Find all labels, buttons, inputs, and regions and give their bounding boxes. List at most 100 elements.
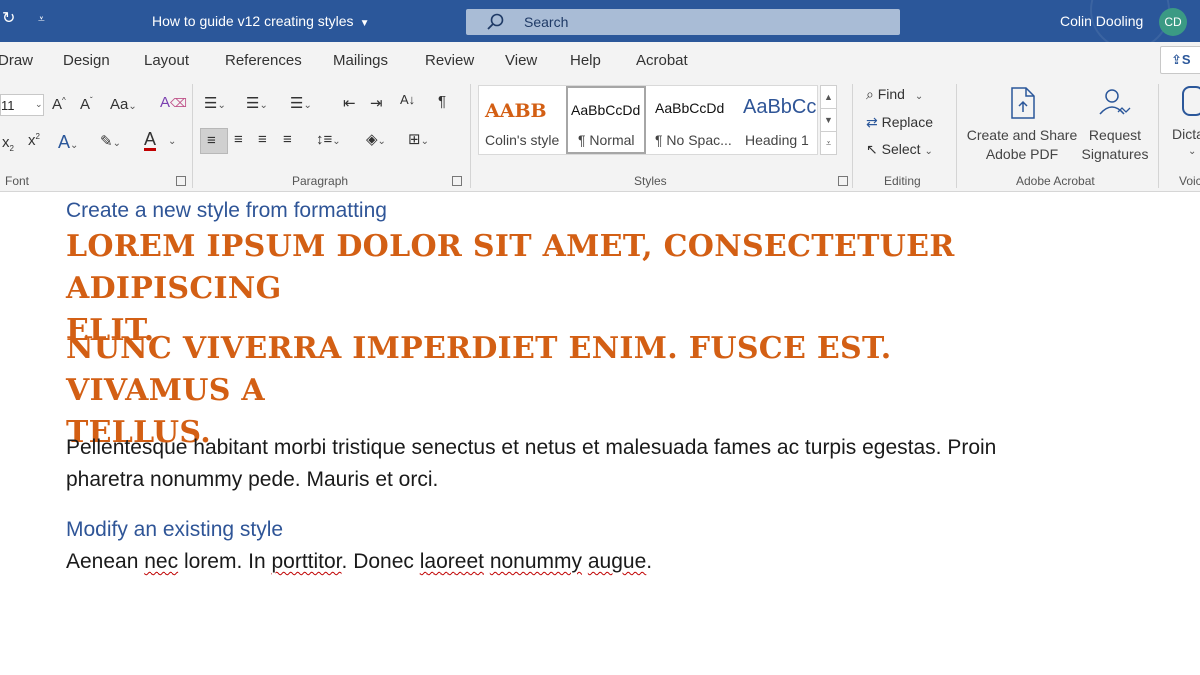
divider [956,84,957,188]
bullets-icon[interactable]: ☰⌄ [204,94,226,112]
redo-icon[interactable]: ↻ [2,8,15,28]
request-signatures-button[interactable]: Request Signatures [1080,84,1150,170]
document-title[interactable]: How to guide v12 creating styles ▼ [152,13,369,29]
styles-group-label: Styles [634,174,667,188]
find-label: Find [877,86,905,102]
style-colins[interactable]: AABB Colin's style [479,86,565,154]
style-name: ¶ Normal [578,132,635,148]
justify-icon[interactable]: ≡ [283,131,292,148]
replace-label: Replace [881,114,933,130]
scroll-up-icon[interactable]: ▲ [821,86,836,109]
subscript-icon[interactable]: x2 [2,134,14,153]
search-icon [487,13,504,30]
chevron-down-icon: ⌄ [1188,146,1197,157]
numbering-icon[interactable]: ☰⌄ [246,94,268,112]
align-right-icon[interactable]: ≡ [258,131,267,148]
spellcheck-word: laoreet [419,550,484,573]
tab-design[interactable]: Design [63,52,110,69]
line-spacing-icon[interactable]: ↕≡⌄ [316,131,341,148]
font-size-select[interactable]: 11 ⌄ [0,94,44,116]
highlight-icon[interactable]: ✎⌄ [100,132,121,150]
paragraph-group-label: Paragraph [292,174,349,188]
chevron-down-icon[interactable]: ⌄ [168,136,176,147]
text-effects-icon[interactable]: A⌄ [58,132,78,153]
chevron-down-icon: ⌄ [924,146,933,157]
show-formatting-icon[interactable]: ¶ [438,93,446,110]
create-share-line1: Create and Share [966,127,1078,143]
sort-icon[interactable]: A↓ [400,92,415,107]
dialog-launcher-icon[interactable] [452,176,462,186]
change-case-icon[interactable]: Aa⌄ [110,96,137,113]
align-left-button[interactable]: ≡ [200,128,228,154]
superscript-icon[interactable]: x2 [28,132,40,149]
chevron-down-icon: ▼ [359,18,370,29]
select-label: Select [881,141,921,157]
tab-layout[interactable]: Layout [144,52,189,69]
editing-group-label: Editing [884,174,921,188]
share-icon: ⇪ [1171,52,1182,67]
tab-view[interactable]: View [505,52,537,69]
tab-draw[interactable]: Draw [0,52,33,69]
avatar[interactable]: CD [1159,8,1187,36]
heading-create-style: Create a new style from formatting [66,199,387,222]
document-canvas[interactable]: Create a new style from formatting LOREM… [0,192,1200,675]
tab-review[interactable]: Review [425,52,474,69]
multilevel-list-icon[interactable]: ☰⌄ [290,94,312,112]
share-button[interactable]: ⇪S [1160,46,1200,74]
tab-acrobat[interactable]: Acrobat [636,52,688,69]
chevron-down-icon: ⌄ [914,91,924,102]
font-color-icon[interactable]: A [144,130,157,151]
style-name: Heading 1 [745,132,809,148]
styles-gallery: AABB Colin's style AaBbCcDd ¶ Normal AaB… [478,85,818,155]
grow-font-icon[interactable]: A^ [52,96,66,113]
style-heading-1[interactable]: AaBbCc Heading 1 [737,86,817,154]
tab-mailings[interactable]: Mailings [333,52,388,69]
shading-icon[interactable]: ◈⌄ [366,130,386,148]
chevron-down-icon: ⌄ [35,99,43,109]
dialog-launcher-icon[interactable] [176,176,186,186]
font-group-label: Font [5,174,30,188]
search-icon: ⌕ [866,86,874,102]
customize-quick-access-icon[interactable]: ⩡ [38,12,45,27]
decrease-indent-icon[interactable]: ⇤ [343,94,356,112]
replace-button[interactable]: ⇄ Replace [866,114,933,131]
style-normal[interactable]: AaBbCcDd ¶ Normal [566,86,646,154]
search-box[interactable]: Search [466,9,900,35]
body-paragraph-1: Pellentesque habitant morbi tristique se… [66,432,1076,496]
spellcheck-word: nec [144,550,179,573]
divider [192,84,193,188]
shrink-font-icon[interactable]: Aˇ [80,96,93,113]
microphone-icon [1182,86,1200,116]
cursor-icon: ↖ [866,141,878,157]
dictate-label: Dicta [1172,126,1200,142]
find-button[interactable]: ⌕ Find ⌄ [866,86,923,103]
signature-icon [1099,89,1131,115]
increase-indent-icon[interactable]: ⇥ [370,94,383,112]
create-share-label: Create and Share Adobe PDF [966,126,1078,164]
spellcheck-word: porttitor [271,550,342,573]
borders-icon[interactable]: ⊞⌄ [408,130,429,148]
dialog-launcher-icon[interactable] [838,176,848,186]
styles-gallery-scroll[interactable]: ▲ ▼ ⩡ [820,85,837,155]
scroll-down-icon[interactable]: ▼ [821,109,836,132]
body-paragraph-1-line2: pharetra nonummy pede. Mauris et orci. [66,468,439,491]
title-bar: ↻ ⩡ How to guide v12 creating styles ▼ Se… [0,0,1200,50]
tab-references[interactable]: References [225,52,302,69]
document-title-text: How to guide v12 creating styles [152,13,354,29]
text-run: . Donec [341,550,420,573]
ribbon-tabs: Draw Design Layout References Mailings R… [0,42,1200,78]
tab-help[interactable]: Help [570,52,601,69]
style-no-spacing[interactable]: AaBbCcDd ¶ No Spac... [649,86,735,154]
create-share-pdf-button[interactable]: Create and Share Adobe PDF [962,84,1082,170]
search-placeholder: Search [524,14,569,30]
user-name[interactable]: Colin Dooling [1060,13,1143,29]
select-button[interactable]: ↖ Select ⌄ [866,141,933,158]
divider [852,84,853,188]
clear-formatting-icon[interactable]: A⌫ [160,94,187,111]
spellcheck-word: nonummy [489,550,583,573]
ribbon: 11 ⌄ A^ Aˇ Aa⌄ A⌫ x2 x2 A⌄ ✎⌄ A ⌄ Font ☰… [0,78,1200,192]
more-styles-icon[interactable]: ⩡ [821,132,836,155]
text-run: . [646,550,653,573]
align-center-icon[interactable]: ≡ [234,131,243,148]
dictate-button[interactable]: Dicta ⌄ [1166,84,1200,170]
